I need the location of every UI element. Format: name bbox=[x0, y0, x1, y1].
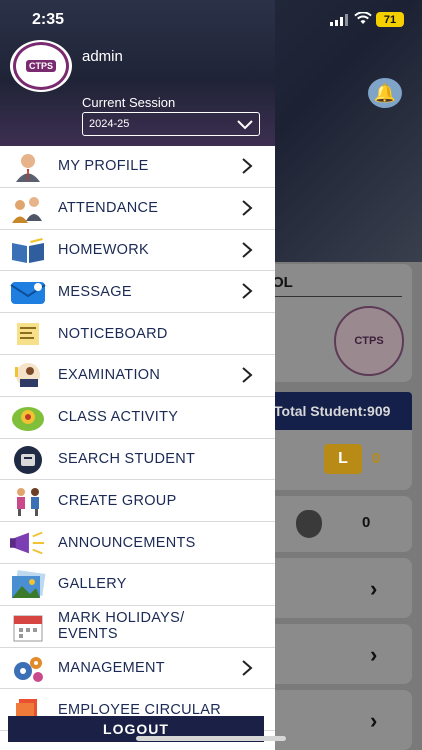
gallery-icon bbox=[10, 569, 46, 601]
homework-icon bbox=[10, 235, 46, 267]
gears-icon bbox=[10, 653, 46, 685]
session-label: Current Session bbox=[82, 95, 176, 110]
chevron-right-icon bbox=[242, 200, 253, 216]
session-select[interactable]: 2024-25 bbox=[82, 112, 260, 136]
divider bbox=[262, 296, 402, 297]
menu-item-attendance[interactable]: ATTENDANCE bbox=[0, 188, 275, 230]
chevron-right-icon: › bbox=[370, 642, 378, 667]
apple-value: 0 bbox=[362, 514, 371, 531]
menu-item-search-student[interactable]: SEARCH STUDENT bbox=[0, 439, 275, 481]
school-logo: CTPS bbox=[334, 306, 404, 376]
leave-badge: L bbox=[324, 444, 362, 474]
menu-item-class-activity[interactable]: CLASS ACTIVITY bbox=[0, 397, 275, 439]
calendar-icon bbox=[10, 611, 46, 643]
chevron-right-icon: › bbox=[370, 576, 378, 601]
leave-card: L 0 bbox=[262, 430, 412, 490]
leave-value: 0 bbox=[372, 450, 381, 467]
examination-icon bbox=[10, 360, 46, 392]
chevron-right-icon bbox=[242, 659, 253, 676]
menu-item-noticeboard[interactable]: NOTICEBOARD bbox=[0, 313, 275, 355]
wifi-icon bbox=[354, 11, 372, 28]
profile-icon bbox=[10, 151, 46, 183]
nav-card[interactable]: › bbox=[262, 690, 412, 750]
user-name: admin bbox=[82, 48, 123, 65]
chevron-right-icon bbox=[242, 367, 253, 383]
attendance-icon bbox=[10, 193, 46, 225]
chevron-right-icon: › bbox=[370, 708, 378, 733]
menu-item-mark-holidays-events[interactable]: MARK HOLIDAYS/ EVENTS bbox=[0, 606, 275, 648]
noticeboard-icon bbox=[10, 318, 46, 350]
create-group-icon bbox=[10, 485, 46, 517]
home-indicator bbox=[136, 736, 286, 741]
chevron-down-icon bbox=[237, 120, 253, 130]
search-student-icon bbox=[10, 444, 46, 476]
navigation-drawer: CTPS admin Current Session 2024-25 MY PR… bbox=[0, 0, 275, 750]
menu-item-examination[interactable]: EXAMINATION bbox=[0, 355, 275, 397]
menu-item-create-group[interactable]: CREATE GROUP bbox=[0, 480, 275, 523]
class-activity-icon bbox=[10, 402, 46, 434]
total-student-banner: Total Student:909 bbox=[262, 392, 412, 430]
status-time: 2:35 bbox=[32, 11, 65, 28]
chevron-right-icon bbox=[242, 158, 253, 174]
chevron-right-icon bbox=[242, 283, 253, 300]
school-logo-icon: CTPS bbox=[13, 42, 69, 90]
session-value: 2024-25 bbox=[89, 118, 130, 130]
school-title: OL bbox=[272, 274, 293, 291]
megaphone-icon bbox=[10, 527, 46, 559]
message-icon bbox=[10, 276, 46, 308]
drawer-menu: MY PROFILE ATTENDANCE HOMEWORK MESSAGE N… bbox=[0, 146, 275, 732]
nav-card[interactable]: › bbox=[262, 624, 412, 684]
status-bar: 2:35 71 bbox=[0, 0, 422, 38]
school-card: OL CTPS bbox=[262, 264, 412, 382]
menu-item-my-profile[interactable]: MY PROFILE bbox=[0, 146, 275, 188]
menu-item-announcements[interactable]: ANNOUNCEMENTS bbox=[0, 522, 275, 564]
menu-item-management[interactable]: MANAGEMENT bbox=[0, 648, 275, 690]
nav-card[interactable]: › bbox=[262, 558, 412, 618]
bell-icon[interactable]: 🔔 bbox=[368, 78, 402, 108]
menu-item-homework[interactable]: HOMEWORK bbox=[0, 230, 275, 272]
avatar: CTPS bbox=[10, 40, 72, 92]
apple-icon bbox=[296, 510, 322, 538]
battery-indicator: 71 bbox=[376, 12, 404, 27]
menu-item-message[interactable]: MESSAGE bbox=[0, 271, 275, 314]
chevron-right-icon bbox=[242, 241, 253, 258]
signal-icon bbox=[330, 14, 350, 26]
apple-card: 0 bbox=[262, 496, 412, 552]
menu-item-gallery[interactable]: GALLERY bbox=[0, 564, 275, 606]
